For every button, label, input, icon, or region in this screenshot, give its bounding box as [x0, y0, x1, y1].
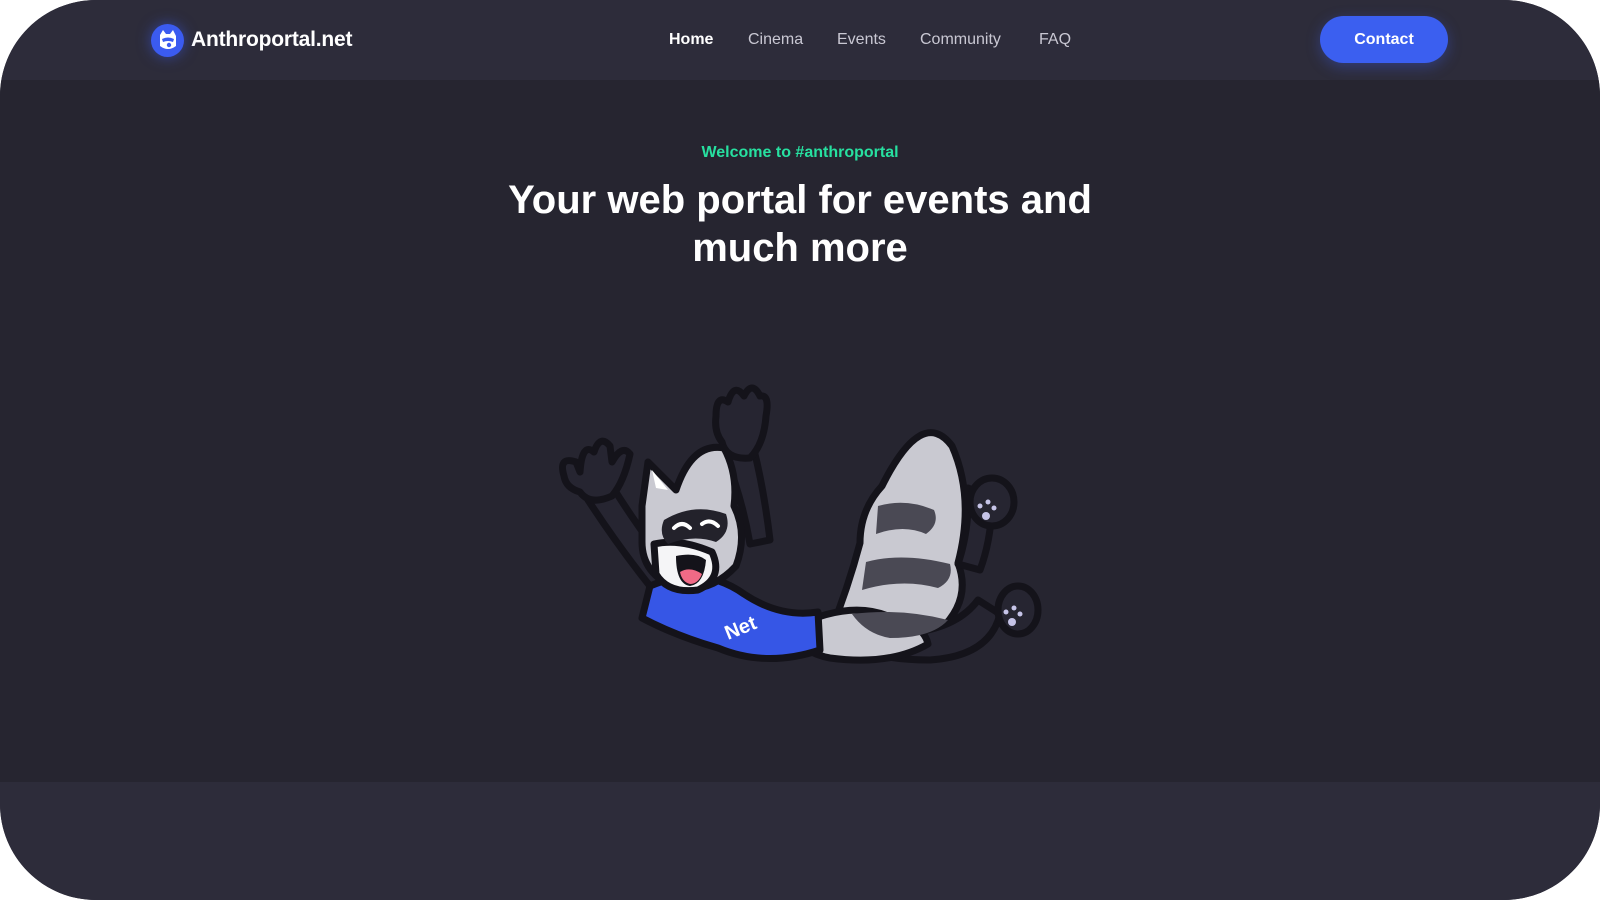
nav-item-events[interactable]: Events: [837, 27, 886, 53]
raccoon-mascot-illustration: Net: [559, 384, 1042, 664]
footer-band: [0, 782, 1600, 900]
page-frame: Anthroportal.net Home Cinema Events Comm…: [0, 0, 1600, 900]
nav-item-home[interactable]: Home: [669, 27, 713, 53]
hero-eyebrow: Welcome to #anthroportal: [701, 144, 899, 161]
site-header: Anthroportal.net Home Cinema Events Comm…: [0, 0, 1600, 80]
contact-button[interactable]: Contact: [1320, 16, 1448, 63]
hero-section: Welcome to #anthroportal Your web portal…: [0, 80, 1600, 782]
nav-item-cinema[interactable]: Cinema: [748, 27, 803, 53]
hero-headline: Your web portal for events and much more: [508, 178, 1092, 270]
nav-item-faq[interactable]: FAQ: [1039, 27, 1071, 53]
nav-item-community[interactable]: Community: [920, 27, 1001, 53]
